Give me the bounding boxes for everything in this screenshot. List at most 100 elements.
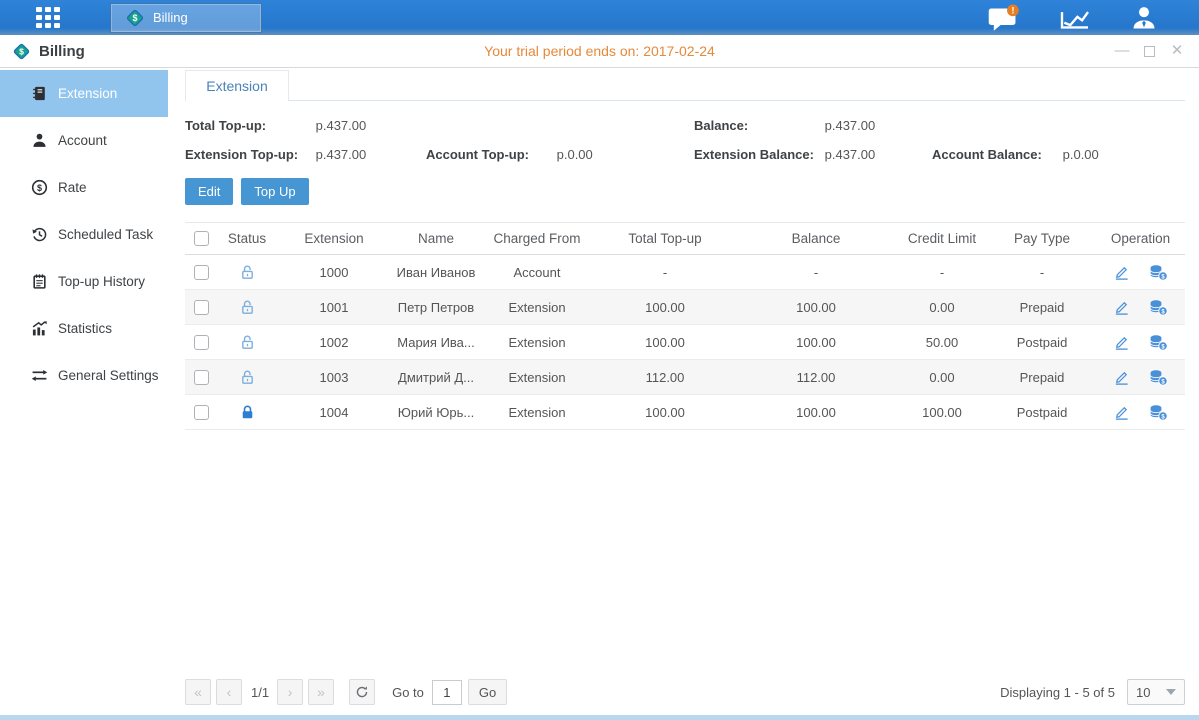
top-up-button[interactable]: Top Up (241, 178, 308, 205)
svg-text:$: $ (37, 183, 42, 193)
window-titlebar: $ Billing Your trial period ends on: 201… (0, 35, 1199, 68)
cell-total-topup: 100.00 (594, 395, 736, 430)
row-checkbox[interactable] (194, 265, 209, 280)
col-pay-type: Pay Type (988, 223, 1096, 255)
last-page-button[interactable]: » (308, 679, 334, 705)
topup-history-notebook-icon (31, 273, 48, 290)
go-button[interactable]: Go (468, 679, 507, 705)
tab-strip: Extension (185, 70, 1185, 101)
close-button[interactable]: ✕ (1169, 43, 1185, 59)
next-page-button[interactable]: › (277, 679, 303, 705)
row-checkbox[interactable] (194, 370, 209, 385)
sidebar-item-general-settings[interactable]: General Settings (0, 352, 168, 399)
cell-charged-from: Extension (480, 360, 594, 395)
col-credit-limit: Credit Limit (896, 223, 988, 255)
rate-dollar-icon: $ (31, 179, 48, 196)
page-size-select[interactable]: 10 (1127, 679, 1185, 705)
taskbar-item-billing[interactable]: $ Billing (110, 3, 262, 33)
total-topup-value: p.437.00 (316, 118, 367, 133)
row-checkbox[interactable] (194, 300, 209, 315)
sidebar-item-account[interactable]: Account (0, 117, 168, 164)
extension-balance-value: p.437.00 (825, 147, 876, 162)
status-icon (239, 263, 256, 278)
goto-label: Go to (392, 685, 424, 700)
select-all-checkbox[interactable] (194, 231, 209, 246)
col-status: Status (218, 223, 276, 255)
cell-extension: 1002 (276, 325, 392, 360)
refresh-icon[interactable] (349, 679, 375, 705)
edit-pencil-icon[interactable] (1113, 264, 1130, 281)
cell-credit-limit: 0.00 (896, 290, 988, 325)
sidebar-item-statistics[interactable]: Statistics (0, 305, 168, 352)
sidebar-item-label: Top-up History (58, 274, 145, 289)
minimize-button[interactable]: — (1114, 43, 1130, 59)
sidebar-item-scheduled-task[interactable]: Scheduled Task (0, 211, 168, 258)
edit-button[interactable]: Edit (185, 178, 233, 205)
sidebar-item-label: Statistics (58, 321, 112, 336)
table-row: 1002 Мария Ива... Extension 100.00 100.0… (185, 325, 1185, 360)
total-topup-label: Total Top-up: (185, 118, 312, 133)
topup-coins-icon[interactable]: $ (1149, 299, 1168, 316)
extension-balance-label: Extension Balance: (694, 147, 821, 162)
edit-pencil-icon[interactable] (1113, 369, 1130, 386)
table-row: 1003 Дмитрий Д... Extension 112.00 112.0… (185, 360, 1185, 395)
svg-text:!: ! (1011, 5, 1014, 16)
system-topbar: $ Billing ! (0, 0, 1199, 35)
row-checkbox[interactable] (194, 405, 209, 420)
cell-charged-from: Extension (480, 395, 594, 430)
cell-balance: 100.00 (736, 395, 896, 430)
prev-page-button[interactable]: ‹ (216, 679, 242, 705)
balance-value: p.437.00 (825, 118, 876, 133)
sidebar-item-rate[interactable]: $ Rate (0, 164, 168, 211)
user-icon[interactable] (1129, 4, 1159, 32)
cell-balance: 100.00 (736, 325, 896, 360)
col-extension: Extension (276, 223, 392, 255)
topup-coins-icon[interactable]: $ (1149, 264, 1168, 281)
total-topup: Total Top-up: p.437.00 (185, 118, 426, 133)
pagination-bar: « ‹ 1/1 › » Go to Go Displaying 1 - 5 of… (185, 673, 1185, 715)
table-row: 1000 Иван Иванов Account - - - - $ (185, 255, 1185, 290)
maximize-button[interactable] (1144, 46, 1155, 57)
taskbar-item-label: Billing (153, 10, 188, 25)
balance-label: Balance: (694, 118, 821, 133)
account-balance-value: p.0.00 (1063, 147, 1099, 162)
sidebar: Extension Account $ Rate Scheduled Task … (0, 68, 168, 715)
cell-name: Петр Петров (392, 290, 480, 325)
account-person-icon (31, 132, 48, 149)
trial-notice: Your trial period ends on: 2017-02-24 (0, 43, 1199, 59)
cell-extension: 1004 (276, 395, 392, 430)
topup-coins-icon[interactable]: $ (1149, 334, 1168, 351)
edit-pencil-icon[interactable] (1113, 334, 1130, 351)
row-checkbox[interactable] (194, 335, 209, 350)
status-icon (239, 333, 256, 348)
edit-pencil-icon[interactable] (1113, 404, 1130, 421)
tab-extension[interactable]: Extension (185, 70, 289, 101)
edit-pencil-icon[interactable] (1113, 299, 1130, 316)
col-name: Name (392, 223, 480, 255)
cell-credit-limit: - (896, 255, 988, 290)
summary-panel: Total Top-up: p.437.00 Balance: p.437.00… (185, 118, 1185, 162)
billing-diamond-icon: $ (125, 8, 145, 28)
cell-name: Дмитрий Д... (392, 360, 480, 395)
table-header-row: Status Extension Name Charged From Total… (185, 223, 1185, 255)
sidebar-item-extension[interactable]: Extension (0, 70, 168, 117)
page-size-value: 10 (1136, 685, 1150, 700)
topup-coins-icon[interactable]: $ (1149, 369, 1168, 386)
account-balance-label: Account Balance: (932, 147, 1059, 162)
messages-icon[interactable]: ! (987, 4, 1021, 32)
cell-credit-limit: 100.00 (896, 395, 988, 430)
first-page-button[interactable]: « (185, 679, 211, 705)
cell-charged-from: Account (480, 255, 594, 290)
topup-coins-icon[interactable]: $ (1149, 404, 1168, 421)
cell-name: Юрий Юрь... (392, 395, 480, 430)
cell-pay-type: - (988, 255, 1096, 290)
cell-total-topup: 112.00 (594, 360, 736, 395)
statistics-icon[interactable] (1059, 5, 1091, 31)
apps-grid-icon[interactable] (36, 7, 68, 29)
sidebar-item-label: Rate (58, 180, 87, 195)
svg-text:$: $ (19, 46, 24, 56)
sidebar-item-topup-history[interactable]: Top-up History (0, 258, 168, 305)
goto-page-input[interactable] (432, 680, 462, 705)
cell-name: Мария Ива... (392, 325, 480, 360)
cell-name: Иван Иванов (392, 255, 480, 290)
